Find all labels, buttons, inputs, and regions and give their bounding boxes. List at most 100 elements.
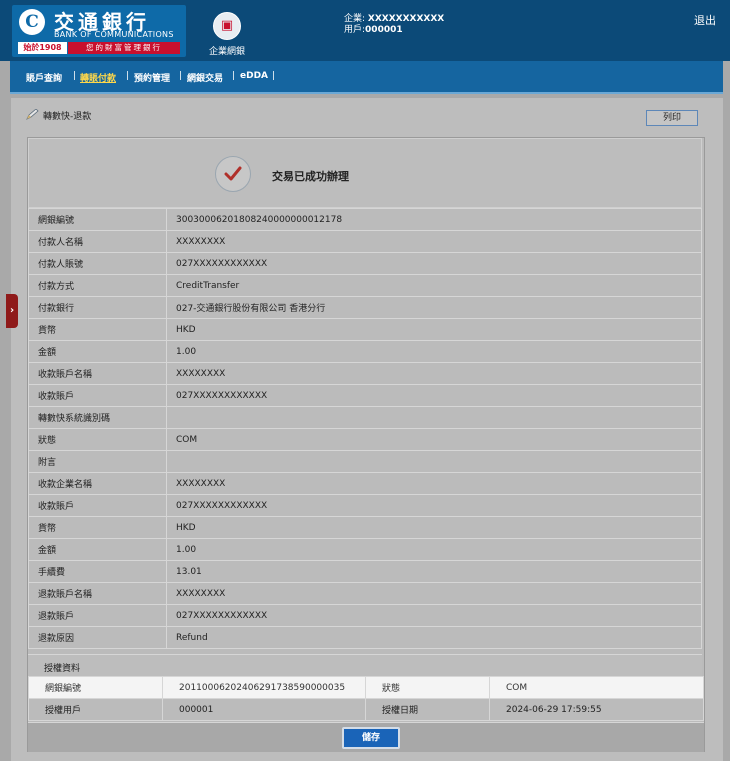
- table-row: 金額 1.00: [28, 538, 702, 561]
- detail-label: 狀態: [28, 428, 167, 451]
- nav-scheduled-management[interactable]: 預約管理: [134, 71, 170, 84]
- detail-label: 付款方式: [28, 274, 167, 297]
- table-row: 收款賬戶名稱 XXXXXXXX: [28, 362, 702, 385]
- table-row: 貨幣 HKD: [28, 318, 702, 341]
- table-row: 貨幣 HKD: [28, 516, 702, 539]
- nav-ebanking-transactions[interactable]: 網銀交易: [187, 71, 223, 84]
- user-label: 用戶:: [344, 25, 366, 35]
- nav-account-inquiry[interactable]: 賬戶查詢: [26, 71, 62, 84]
- detail-value: COM: [166, 428, 702, 451]
- detail-label: 退款賬戶名稱: [28, 582, 167, 605]
- detail-value: 1.00: [166, 340, 702, 363]
- table-row: 收款賬戶 027XXXXXXXXXXXX: [28, 384, 702, 407]
- detail-value: 027XXXXXXXXXXXX: [166, 494, 702, 517]
- table-row: 付款人名稱 XXXXXXXX: [28, 230, 702, 253]
- table-row: 退款賬戶 027XXXXXXXXXXXX: [28, 604, 702, 627]
- logo-since: 始於1908: [18, 42, 67, 54]
- transaction-details-table: 網銀編號 30030006201808240000000012178 付款人名稱 XX…: [28, 208, 702, 649]
- auth-value: COM: [489, 676, 704, 699]
- ebank-label: 企業網銀: [208, 47, 245, 57]
- nav-edda[interactable]: eDDA: [240, 71, 268, 81]
- detail-label: 退款原因: [28, 626, 167, 649]
- table-row: 金額 1.00: [28, 340, 702, 363]
- detail-label: 貨幣: [28, 318, 167, 341]
- logout-link[interactable]: 退出: [694, 12, 716, 28]
- auth-value: 20110006202406291738590000035: [162, 676, 366, 699]
- result-panel: 交易已成功辦理 網銀編號 3003000620180824000000001217…: [27, 137, 705, 752]
- table-row: 手續費 13.01: [28, 560, 702, 583]
- auth-value: 2024-06-29 17:59:55: [489, 698, 704, 721]
- action-bar: 儲存: [28, 722, 704, 752]
- user-info: 企業: XXXXXXXXXXX 用戶:000001: [344, 14, 444, 36]
- table-row: 付款人賬號 027XXXXXXXXXXXX: [28, 252, 702, 275]
- detail-value: XXXXXXXX: [166, 230, 702, 253]
- detail-value: Refund: [166, 626, 702, 649]
- auth-label: 授權用戶: [28, 698, 163, 721]
- detail-label: 付款人名稱: [28, 230, 167, 253]
- company-value: XXXXXXXXXXX: [367, 14, 445, 24]
- detail-value: 30030006201808240000000012178: [166, 208, 702, 231]
- side-expand-tab[interactable]: ›: [6, 294, 18, 328]
- detail-value: XXXXXXXX: [166, 582, 702, 605]
- company-label: 企業:: [344, 14, 366, 24]
- detail-label: 手續費: [28, 560, 167, 583]
- detail-value: [166, 450, 702, 473]
- bank-emblem-icon: C: [19, 9, 45, 35]
- detail-label: 收款賬戶: [28, 494, 167, 517]
- table-row: 付款銀行 027-交通銀行股份有限公司 香港分行: [28, 296, 702, 319]
- table-row: 轉數快系統識別碼: [28, 406, 702, 429]
- detail-label: 收款賬戶名稱: [28, 362, 167, 385]
- auth-label: 網銀編號: [28, 676, 163, 699]
- detail-label: 退款賬戶: [28, 604, 167, 627]
- success-check-icon: [215, 156, 251, 192]
- main-nav: 賬戶查詢 | 轉賬付款 | 預約管理 | 網銀交易 | eDDA |: [10, 61, 723, 94]
- detail-value: 027-交通銀行股份有限公司 香港分行: [166, 296, 702, 319]
- authorization-table: 網銀編號 20110006202406291738590000035 狀態 CO…: [28, 676, 704, 721]
- page-title-text: 轉數快-退款: [43, 112, 92, 122]
- detail-value: 027XXXXXXXXXXXX: [166, 252, 702, 275]
- table-row: 收款企業名稱 XXXXXXXX: [28, 472, 702, 495]
- detail-value: XXXXXXXX: [166, 362, 702, 385]
- auth-label: 狀態: [365, 676, 490, 699]
- table-row: 收款賬戶 027XXXXXXXXXXXX: [28, 494, 702, 517]
- detail-label: 付款銀行: [28, 296, 167, 319]
- table-row: 退款賬戶名稱 XXXXXXXX: [28, 582, 702, 605]
- detail-label: 轉數快系統識別碼: [28, 406, 167, 429]
- logo-english-name: BANK OF COMMUNICATIONS: [54, 30, 174, 39]
- detail-value: 1.00: [166, 538, 702, 561]
- user-value: 000001: [365, 25, 403, 35]
- logo-slogan: 您的財富管理銀行: [68, 42, 180, 54]
- top-header: C 交通銀行 BANK OF COMMUNICATIONS 始於1908 您的財…: [0, 0, 730, 61]
- detail-value: 027XXXXXXXXXXXX: [166, 384, 702, 407]
- detail-value: HKD: [166, 318, 702, 341]
- success-message: 交易已成功辦理: [272, 170, 349, 183]
- authorization-title: 授權資料: [44, 664, 81, 674]
- detail-label: 金額: [28, 538, 167, 561]
- detail-label: 附言: [28, 450, 167, 473]
- detail-value: [166, 406, 702, 429]
- pencil-icon: [26, 109, 39, 120]
- success-banner: 交易已成功辦理: [28, 138, 702, 208]
- table-row: 付款方式 CreditTransfer: [28, 274, 702, 297]
- detail-value: 13.01: [166, 560, 702, 583]
- auth-value: 000001: [162, 698, 366, 721]
- corporate-ebanking-link[interactable]: ▣ 企業網銀: [204, 12, 250, 57]
- detail-value: CreditTransfer: [166, 274, 702, 297]
- detail-label: 貨幣: [28, 516, 167, 539]
- detail-label: 金額: [28, 340, 167, 363]
- table-row: 附言: [28, 450, 702, 473]
- detail-label: 收款企業名稱: [28, 472, 167, 495]
- print-button[interactable]: 列印: [646, 110, 698, 126]
- table-row: 網銀編號 20110006202406291738590000035 狀態 CO…: [28, 676, 704, 699]
- detail-label: 收款賬戶: [28, 384, 167, 407]
- table-row: 網銀編號 30030006201808240000000012178: [28, 208, 702, 231]
- page-title: 轉數快-退款: [26, 109, 91, 122]
- nav-transfer-payment[interactable]: 轉賬付款: [80, 71, 116, 84]
- bank-logo[interactable]: C 交通銀行 BANK OF COMMUNICATIONS 始於1908 您的財…: [12, 5, 186, 57]
- save-button[interactable]: 儲存: [342, 727, 400, 749]
- detail-value: 027XXXXXXXXXXXX: [166, 604, 702, 627]
- detail-value: HKD: [166, 516, 702, 539]
- detail-label: 網銀編號: [28, 208, 167, 231]
- table-row: 狀態 COM: [28, 428, 702, 451]
- detail-label: 付款人賬號: [28, 252, 167, 275]
